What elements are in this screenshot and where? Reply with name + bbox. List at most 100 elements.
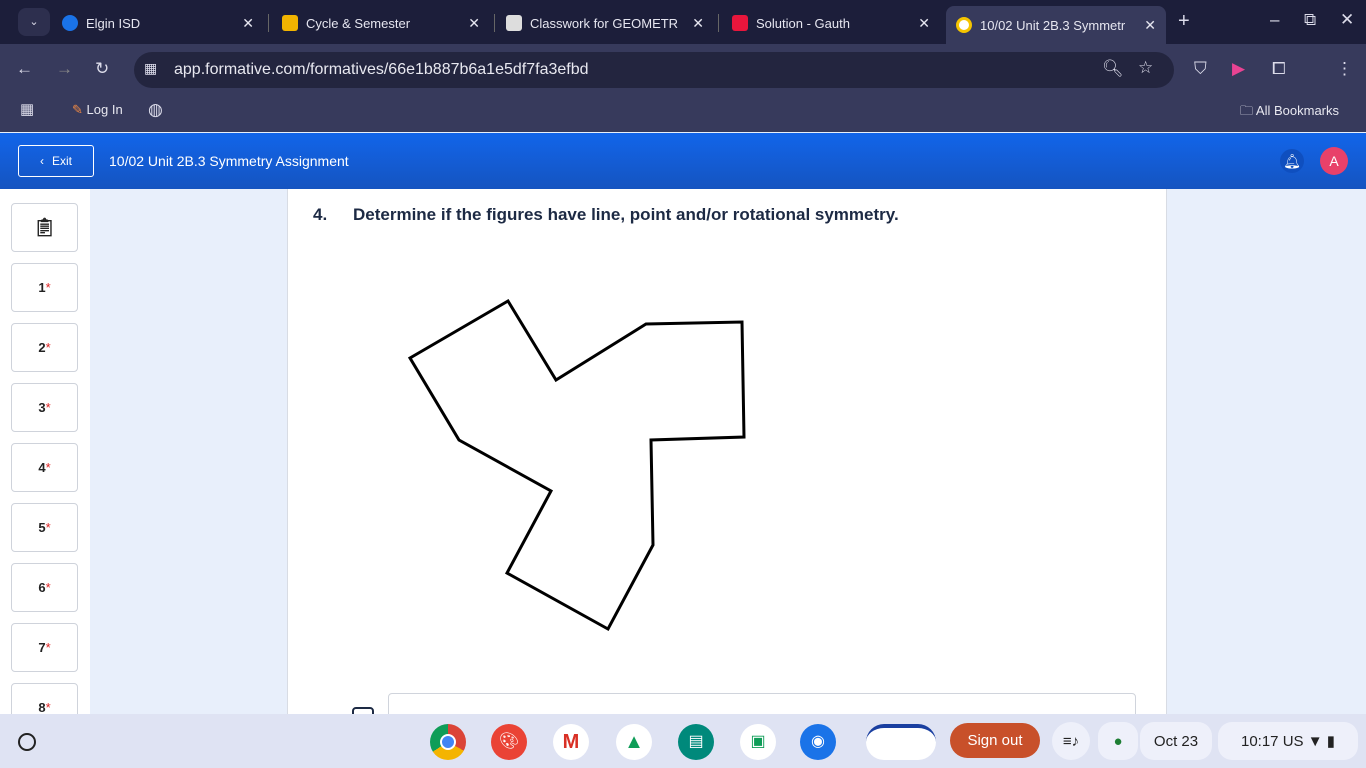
camera-icon[interactable]: ◉ <box>800 724 836 760</box>
sign-out-button[interactable]: Sign out <box>950 723 1040 758</box>
figure-shape <box>407 298 746 632</box>
required-mark: * <box>45 700 51 715</box>
required-mark: * <box>45 460 51 475</box>
tab-2[interactable]: Classwork for GEOMETR ✕ <box>496 6 714 40</box>
battery-icon: ▮ <box>1326 733 1336 750</box>
close-tab-icon[interactable]: ✕ <box>468 15 480 32</box>
divider <box>718 14 719 32</box>
question-nav: 📋︎ 1 * 2 * 3 * 4 * 5 * 6 * 7 * 8 * <box>0 189 90 732</box>
close-tab-icon[interactable]: ✕ <box>1144 17 1156 34</box>
bookmark-label: Log In <box>86 102 123 117</box>
question-label: 4 <box>38 460 46 475</box>
exit-button[interactable]: ‹ Exit <box>18 145 94 177</box>
tab-search-button[interactable]: ⌄ <box>18 8 50 36</box>
classroom-icon[interactable]: ▣ <box>740 724 776 760</box>
address-bar[interactable]: ▦ app.formative.com/formatives/66e1b887b… <box>134 52 1174 88</box>
launcher-icon[interactable] <box>18 733 36 751</box>
bookmark-star-icon[interactable]: ☆ <box>1138 58 1153 78</box>
close-tab-icon[interactable]: ✕ <box>692 15 704 32</box>
apps-icon[interactable]: ▦ <box>20 100 34 118</box>
status-tray[interactable]: 10:17 US ▼ ▮ <box>1218 722 1358 760</box>
tab-4-active[interactable]: 10/02 Unit 2B.3 Symmetr ✕ <box>946 6 1166 44</box>
required-mark: * <box>45 340 51 355</box>
question-label: 5 <box>38 520 46 535</box>
clipboard-icon: 📋︎ <box>33 217 56 237</box>
bookmark-login[interactable]: ✎ Log In <box>72 102 123 118</box>
question-label: 1 <box>38 280 46 295</box>
tab-label: 10/02 Unit 2B.3 Symmetr <box>980 17 1126 33</box>
zoom-icon[interactable]: 🔍︎ <box>1102 59 1124 79</box>
required-mark: * <box>45 640 51 655</box>
question-5-button[interactable]: 5 * <box>11 503 78 552</box>
restore-icon[interactable]: ⧉ <box>1304 10 1316 30</box>
gmail-icon[interactable]: M <box>553 724 589 760</box>
tab-1[interactable]: Cycle & Semester ✕ <box>272 6 490 40</box>
divider <box>494 14 495 32</box>
close-tab-icon[interactable]: ✕ <box>242 15 254 32</box>
site-info-icon[interactable]: ▦ <box>144 60 157 77</box>
favicon-icon <box>282 15 298 31</box>
tab-3[interactable]: Solution - Gauth ✕ <box>722 6 940 40</box>
question-panel: 4. Determine if the figures have line, p… <box>287 189 1167 733</box>
question-1-button[interactable]: 1 * <box>11 263 78 312</box>
tab-label: Classwork for GEOMETR <box>530 15 679 31</box>
tab-label: Cycle & Semester <box>306 15 411 31</box>
bookmark-label: All Bookmarks <box>1255 103 1339 118</box>
question-4-button[interactable]: 4 * <box>11 443 78 492</box>
question-label: 6 <box>38 580 46 595</box>
question-7-button[interactable]: 7 * <box>11 623 78 672</box>
extension-icon[interactable]: ▶ <box>1232 59 1245 79</box>
overview-button[interactable]: 📋︎ <box>11 203 78 252</box>
exit-label: Exit <box>51 154 72 168</box>
drive-icon[interactable]: ▲ <box>616 724 652 760</box>
shield-extension-icon[interactable]: ⛉ <box>1194 59 1207 79</box>
menu-icon[interactable]: ⋮ <box>1336 59 1353 79</box>
tab-strip: ⌄ Elgin ISD ✕ Cycle & Semester ✕ Classwork… <box>0 0 1366 44</box>
assignment-title: 10/02 Unit 2B.3 Symmetry Assignment <box>109 153 349 169</box>
browser-toolbar: ← → ↻ ▦ app.formative.com/formatives/66e… <box>0 44 1366 132</box>
window-previews-icon[interactable] <box>866 724 936 760</box>
tab-label: Elgin ISD <box>86 15 141 31</box>
chevron-left-icon: ‹ <box>39 154 44 168</box>
favicon-icon <box>732 15 748 31</box>
canvas-paint-icon[interactable]: 🎨︎ <box>491 724 527 760</box>
required-mark: * <box>45 400 51 415</box>
required-mark: * <box>45 280 51 295</box>
forward-icon[interactable]: → <box>56 59 73 79</box>
close-tab-icon[interactable]: ✕ <box>918 15 930 32</box>
required-mark: * <box>45 520 51 535</box>
question-3-button[interactable]: 3 * <box>11 383 78 432</box>
new-tab-icon[interactable]: + <box>1178 10 1190 33</box>
folder-icon: 🗀︎ <box>1240 103 1254 118</box>
avatar[interactable]: A <box>1320 147 1348 175</box>
url-text: app.formative.com/formatives/66e1b887b6a… <box>174 61 589 78</box>
question-label: 8 <box>38 700 46 715</box>
globe-icon[interactable]: ◍ <box>148 100 163 120</box>
question-6-button[interactable]: 6 * <box>11 563 78 612</box>
question-2-button[interactable]: 2 * <box>11 323 78 372</box>
question-label: 7 <box>38 640 46 655</box>
login-favicon-icon: ✎ <box>72 102 83 117</box>
clock: 10:17 <box>1240 732 1279 750</box>
media-controls-icon[interactable]: ≡♪ <box>1052 722 1090 760</box>
tab-0[interactable]: Elgin ISD ✕ <box>52 6 264 40</box>
slides-app-icon[interactable]: ▤ <box>678 724 714 760</box>
chrome-icon[interactable] <box>430 724 466 760</box>
reload-icon[interactable]: ↻ <box>95 59 109 79</box>
question-label: 3 <box>38 400 46 415</box>
tab-label: Solution - Gauth <box>756 15 850 31</box>
favicon-icon <box>506 15 522 31</box>
date-button[interactable]: Oct 23 <box>1140 722 1212 760</box>
all-bookmarks[interactable]: 🗀︎ All Bookmarks <box>1240 102 1339 124</box>
bell-icon[interactable]: 🔔︎ <box>1280 149 1304 173</box>
status-dot-icon[interactable]: ● <box>1098 722 1138 760</box>
minimize-icon[interactable]: – <box>1270 10 1279 30</box>
favicon-icon <box>62 15 78 31</box>
close-window-icon[interactable]: ✕ <box>1340 10 1354 30</box>
wifi-icon: ▼ <box>1307 732 1323 750</box>
back-icon[interactable]: ← <box>16 59 33 79</box>
extensions-puzzle-icon[interactable]: ⧠ <box>1272 59 1286 79</box>
question-label: 2 <box>38 340 46 355</box>
input-method: US <box>1282 732 1304 750</box>
required-mark: * <box>45 580 51 595</box>
